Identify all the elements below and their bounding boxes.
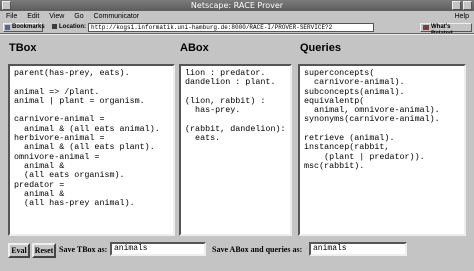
bookmarks-label: Bookmarks: [12, 24, 45, 30]
save-abox-label: Save ABox and queries as:: [212, 245, 303, 254]
window-title: Netscape: RACE Prover: [190, 1, 284, 10]
location-toolbar: Bookmarks Location: http://kogs1.informa…: [0, 22, 474, 37]
bookmarks-button[interactable]: Bookmarks: [3, 23, 45, 32]
bookmark-icon: [5, 25, 10, 30]
menu-bar: File Edit View Go Communicator Help: [0, 11, 474, 22]
whats-related-button[interactable]: What's Related: [420, 23, 472, 37]
toolbar-divider: [0, 33, 474, 35]
minimize-button[interactable]: [452, 1, 461, 10]
abox-textarea[interactable]: lion : predator. dandelion : plant. (lio…: [179, 64, 292, 236]
menu-help[interactable]: Help: [455, 11, 469, 22]
window-titlebar: Netscape: RACE Prover: [0, 0, 474, 11]
queries-textarea[interactable]: superconcepts( carnivore-animal). subcon…: [298, 64, 466, 236]
menu-view[interactable]: View: [49, 13, 64, 20]
reset-button[interactable]: Reset: [32, 243, 56, 258]
queries-heading: Queries: [300, 42, 341, 54]
location-label: Location:: [52, 22, 86, 33]
whats-related-icon: [423, 25, 429, 30]
save-abox-queries-input[interactable]: animals: [309, 242, 407, 256]
eval-button[interactable]: Eval: [8, 243, 30, 258]
abox-heading: ABox: [180, 42, 209, 54]
tbox-heading: TBox: [9, 42, 37, 54]
tbox-textarea[interactable]: parent(has-prey, eats). animal => /plant…: [8, 64, 175, 236]
form-controls: Eval Reset Save TBox as: animals Save AB…: [0, 240, 474, 271]
menu-communicator[interactable]: Communicator: [94, 13, 140, 20]
maximize-button[interactable]: [463, 1, 472, 10]
menu-file[interactable]: File: [6, 13, 17, 20]
save-tbox-label: Save TBox as:: [59, 245, 108, 254]
page-proxy-icon[interactable]: [52, 23, 57, 29]
menu-go[interactable]: Go: [74, 13, 83, 20]
window-menu-button[interactable]: [2, 1, 11, 10]
menu-edit[interactable]: Edit: [27, 13, 39, 20]
location-input[interactable]: http://kogs1.informatik.uni-hamburg.de:8…: [88, 23, 374, 32]
location-label-text: Location:: [59, 24, 86, 30]
save-tbox-input[interactable]: animals: [110, 242, 206, 256]
whats-related-label: What's Related: [431, 24, 453, 37]
